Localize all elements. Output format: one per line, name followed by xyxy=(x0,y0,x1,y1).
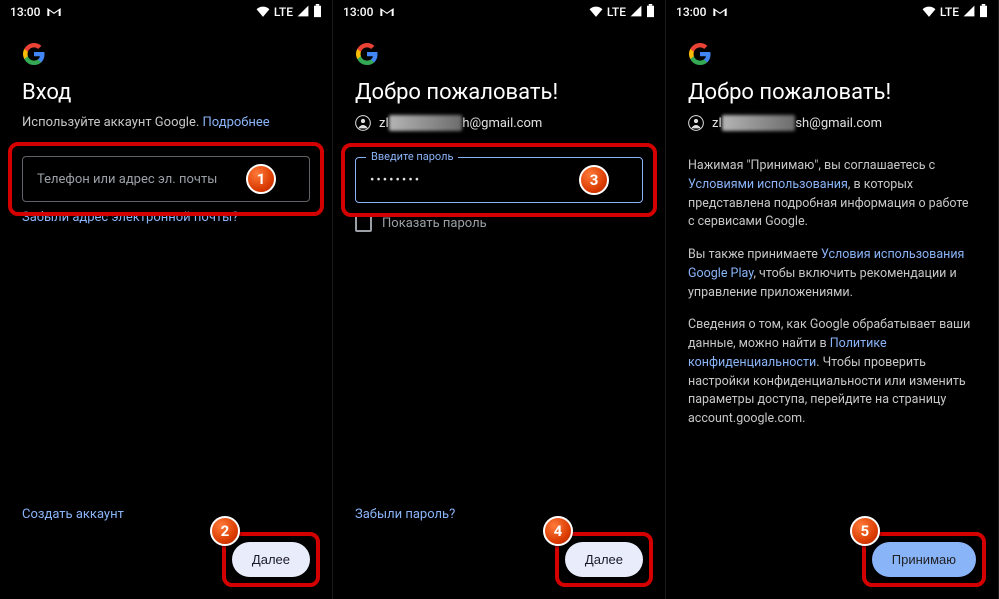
email-display: zl████████h@gmail.com xyxy=(379,115,542,131)
status-time: 13:00 xyxy=(10,5,40,19)
page-title: Вход xyxy=(22,80,310,105)
accept-button[interactable]: Принимаю xyxy=(872,542,976,577)
next-button[interactable]: Далее xyxy=(565,542,643,577)
step-badge-2: 2 xyxy=(210,516,240,546)
gmail-icon xyxy=(46,6,62,18)
consent-paragraph-2: Вы также принимаете Условия использовани… xyxy=(688,246,976,302)
terms-link[interactable]: Условиями использования xyxy=(688,177,848,192)
user-icon xyxy=(355,115,371,131)
google-logo-icon xyxy=(22,42,46,66)
gmail-icon xyxy=(379,6,395,18)
screen-password: 13:00 LTE Добро пожаловать! zl████████h@… xyxy=(333,0,666,599)
show-password-label: Показать пароль xyxy=(382,216,487,231)
status-lte: LTE xyxy=(607,5,626,19)
screen-signin: 13:00 LTE Вход Используйте аккаунт Googl… xyxy=(0,0,333,599)
consent-paragraph-3: Сведения о том, как Google обрабатывает … xyxy=(688,316,976,429)
subtitle: Используйте аккаунт Google. Подробнее xyxy=(22,115,310,130)
account-chip[interactable]: zl████████h@gmail.com xyxy=(355,115,643,131)
status-lte: LTE xyxy=(274,5,293,19)
create-account-link[interactable]: Создать аккаунт xyxy=(22,507,124,522)
battery-icon xyxy=(646,4,655,21)
email-placeholder: Телефон или адрес эл. почты xyxy=(37,172,217,187)
show-password-checkbox[interactable]: Показать пароль xyxy=(355,215,643,232)
forgot-email-link[interactable]: Забыли адрес электронной почты? xyxy=(22,210,310,225)
account-chip[interactable]: zl████████sh@gmail.com xyxy=(688,115,976,131)
step-badge-3: 3 xyxy=(579,165,609,195)
battery-icon xyxy=(979,4,988,21)
checkbox-box xyxy=(355,215,372,232)
page-title: Добро пожаловать! xyxy=(355,80,643,105)
google-logo-icon xyxy=(688,42,712,66)
step-badge-4: 4 xyxy=(543,516,573,546)
status-bar: 13:00 LTE xyxy=(333,0,665,24)
user-icon xyxy=(688,115,704,131)
signal-icon xyxy=(963,5,975,20)
signal-icon xyxy=(297,5,309,20)
email-display: zl████████sh@gmail.com xyxy=(712,115,882,131)
wifi-icon xyxy=(589,5,603,20)
next-button[interactable]: Далее xyxy=(232,542,310,577)
gmail-icon xyxy=(712,6,728,18)
screen-consent: 13:00 LTE Добро пожаловать! zl████████sh… xyxy=(666,0,999,599)
status-time: 13:00 xyxy=(343,5,373,19)
status-bar: 13:00 LTE xyxy=(666,0,998,24)
password-label: Введите пароль xyxy=(366,150,458,163)
status-bar: 13:00 LTE xyxy=(0,0,332,24)
step-badge-5: 5 xyxy=(850,516,880,546)
google-logo-icon xyxy=(355,42,379,66)
status-lte: LTE xyxy=(940,5,959,19)
step-badge-1: 1 xyxy=(246,164,276,194)
battery-icon xyxy=(313,4,322,21)
wifi-icon xyxy=(922,5,936,20)
consent-paragraph-1: Нажимая "Принимаю", вы соглашаетесь с Ус… xyxy=(688,157,976,232)
password-value: •••••••• xyxy=(370,173,421,188)
signal-icon xyxy=(630,5,642,20)
forgot-password-link[interactable]: Забыли пароль? xyxy=(355,507,455,522)
page-title: Добро пожаловать! xyxy=(688,80,976,105)
learn-more-link[interactable]: Подробнее xyxy=(203,115,270,130)
status-time: 13:00 xyxy=(676,5,706,19)
wifi-icon xyxy=(256,5,270,20)
